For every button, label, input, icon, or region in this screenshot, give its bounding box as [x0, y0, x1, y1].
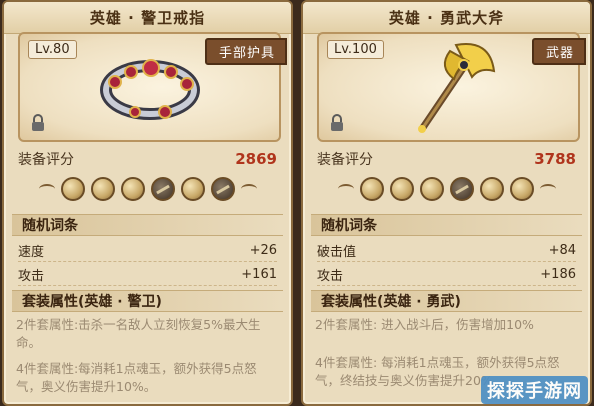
flourish-icon: [539, 184, 556, 194]
stat-value: +186: [540, 267, 576, 282]
random-stats-header: 随机词条: [311, 214, 582, 236]
stat-value: +84: [548, 243, 576, 258]
set-effect-4pc: 4件套属性:每消耗1点魂玉，额外获得5点怒气，奥义伤害提升10%。: [16, 361, 257, 394]
gem-icon[interactable]: [60, 177, 85, 201]
gem-slot-icon[interactable]: [150, 177, 175, 201]
item-portrait: Lv.80 手部护具: [18, 32, 287, 142]
lock-icon[interactable]: [30, 114, 46, 132]
ring-icon: [99, 59, 200, 120]
gem-icon[interactable]: [180, 177, 205, 201]
stat-value: +26: [249, 243, 277, 258]
gem-icon[interactable]: [479, 177, 504, 201]
slot-tag: 手部护具: [204, 38, 287, 65]
gem-icon[interactable]: [359, 177, 384, 201]
axe-icon: [417, 43, 495, 133]
stat-row: 攻击 +186: [317, 264, 576, 286]
set-bonus-header: 套装属性(英雄 · 勇武): [311, 290, 582, 312]
random-stats-header: 随机词条: [12, 214, 283, 236]
slot-tag: 武器: [531, 38, 586, 65]
lock-icon[interactable]: [329, 114, 345, 132]
stat-row: 破击值 +84: [317, 240, 576, 262]
equipment-card-axe: 英雄 · 勇武大斧 Lv.100 武器 装备评分 3788 随机词条 破击值 +…: [301, 0, 592, 406]
item-level: Lv.80: [28, 40, 77, 59]
stat-name: 攻击: [18, 269, 45, 284]
score-label: 装备评分: [18, 152, 74, 168]
item-level: Lv.100: [327, 40, 384, 59]
stat-row: 攻击 +161: [18, 264, 277, 286]
stat-name: 攻击: [317, 269, 344, 284]
flourish-icon: [337, 184, 354, 194]
gem-icon[interactable]: [389, 177, 414, 201]
stat-value: +161: [241, 267, 277, 282]
stat-row: 速度 +26: [18, 240, 277, 262]
gem-icon[interactable]: [90, 177, 115, 201]
score-value: 3788: [534, 150, 576, 168]
score-value: 2869: [235, 150, 277, 168]
set-bonus-header: 套装属性(英雄 · 警卫): [12, 290, 283, 312]
item-title: 英雄 · 勇武大斧: [303, 2, 590, 34]
site-watermark: 探探手游网: [481, 376, 588, 404]
gem-sockets: [12, 172, 283, 206]
equipment-card-ring: 英雄 · 警卫戒指 Lv.80 手部护具 装备评分 2869 随机词条 速度 +…: [2, 0, 293, 406]
item-portrait: Lv.100 武器: [317, 32, 586, 142]
score-row: 装备评分 3788: [317, 148, 576, 170]
item-title: 英雄 · 警卫戒指: [4, 2, 291, 34]
stat-name: 速度: [18, 245, 45, 260]
gem-icon[interactable]: [509, 177, 534, 201]
gem-icon[interactable]: [120, 177, 145, 201]
set-effect-2pc: 2件套属性:击杀一名敌人立刻恢复5%最大生命。: [16, 317, 261, 350]
stat-name: 破击值: [317, 245, 357, 260]
score-label: 装备评分: [317, 152, 373, 168]
gem-icon[interactable]: [419, 177, 444, 201]
set-effect-2pc: 2件套属性: 进入战斗后，伤害增加10%: [315, 317, 534, 332]
flourish-icon: [38, 184, 55, 194]
gem-sockets: [311, 172, 582, 206]
flourish-icon: [240, 184, 257, 194]
gem-slot-icon[interactable]: [210, 177, 235, 201]
score-row: 装备评分 2869: [18, 148, 277, 170]
gem-slot-icon[interactable]: [449, 177, 474, 201]
